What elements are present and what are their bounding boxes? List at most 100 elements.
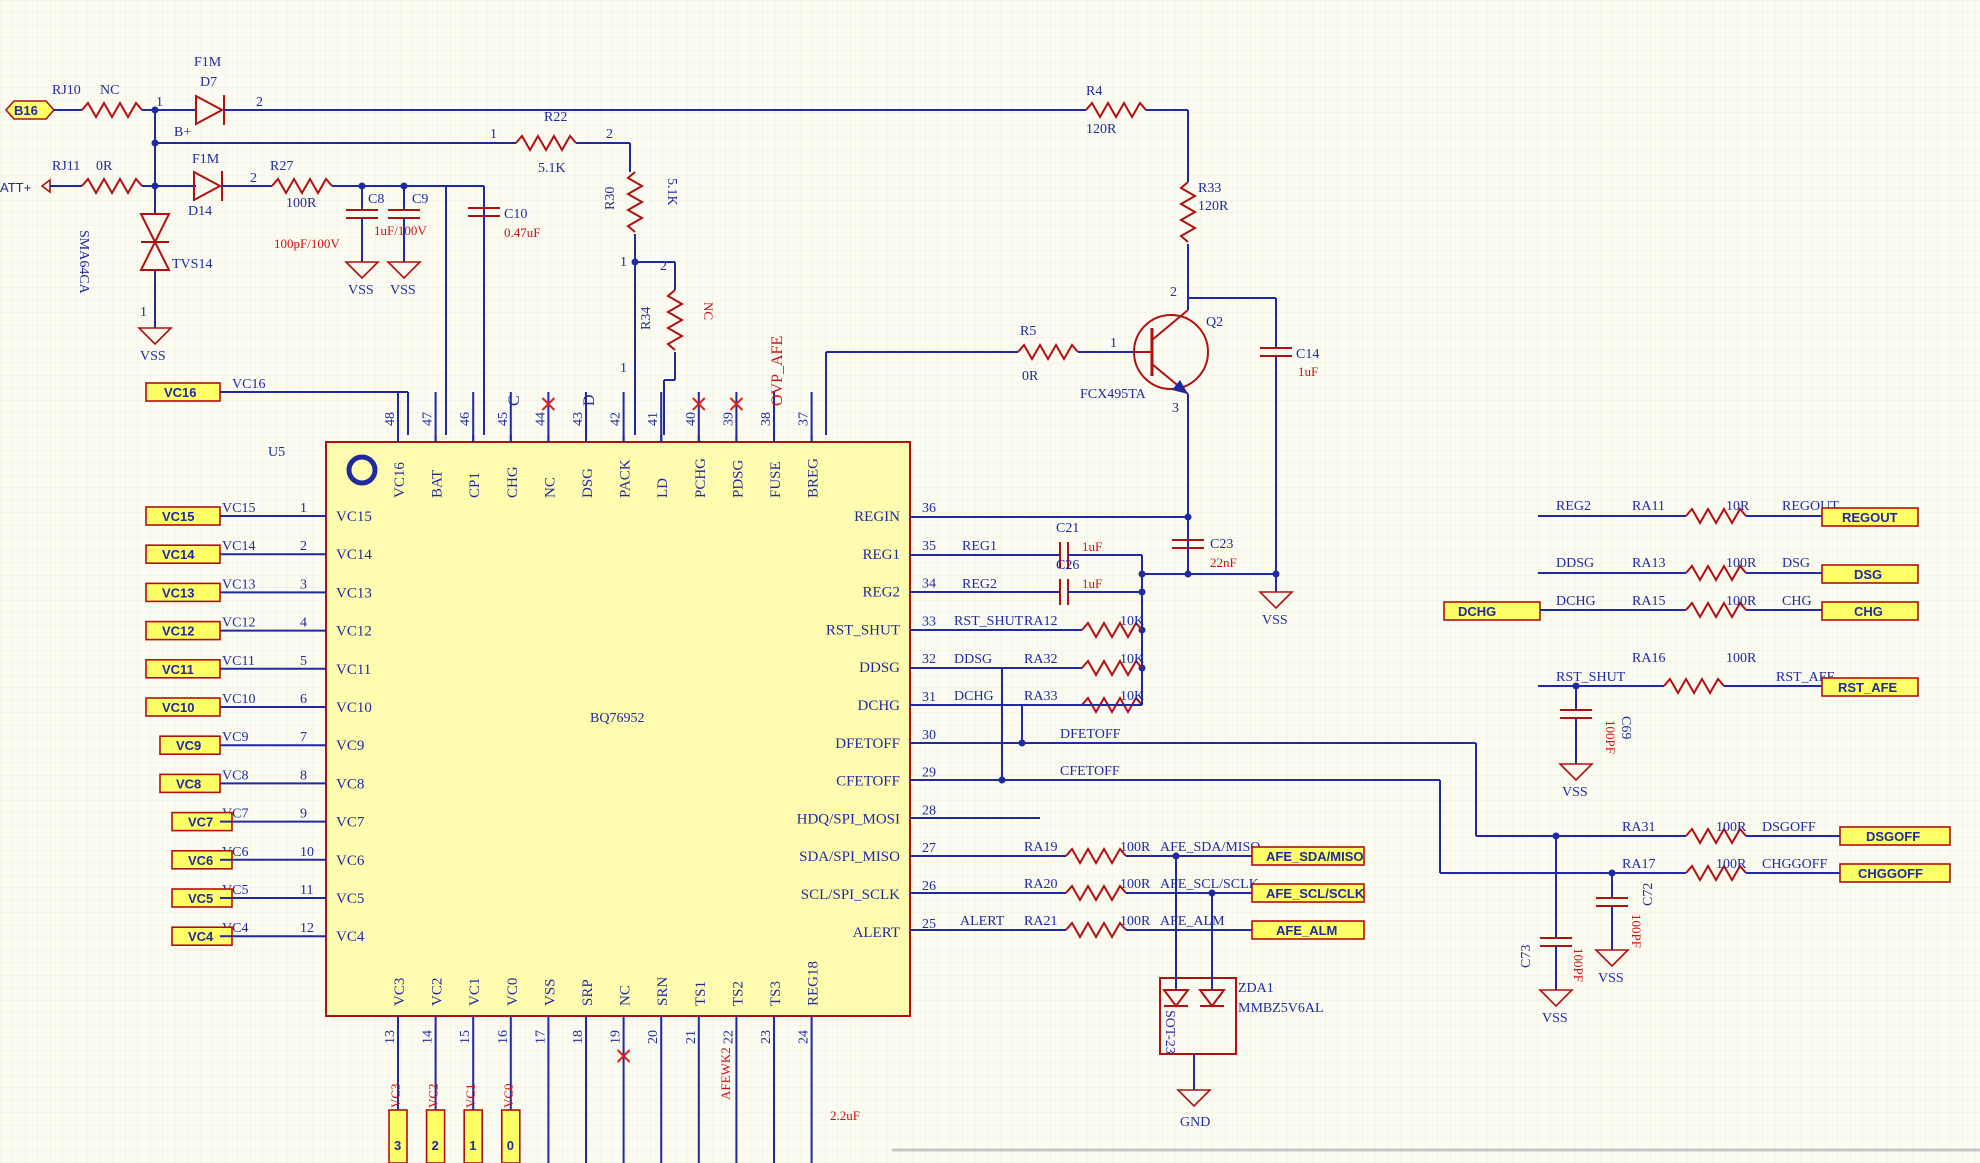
svg-text:2: 2 bbox=[256, 95, 263, 110]
pin-number: 48 bbox=[383, 412, 398, 426]
port-dchg-in[interactable]: DCHG bbox=[1443, 601, 1541, 621]
pin-name: SCL/SPI_SCLK bbox=[801, 887, 900, 903]
q2-ref: Q2 bbox=[1206, 315, 1223, 330]
pin-number: 13 bbox=[383, 1030, 398, 1044]
pin-name: VC11 bbox=[336, 662, 371, 678]
pin-name: RST_SHUT bbox=[826, 622, 900, 638]
port-vc11[interactable]: VC11 bbox=[145, 658, 221, 679]
pin-name: VC15 bbox=[336, 509, 372, 525]
vss-c8: VSS bbox=[348, 283, 374, 298]
ra12-val: 10K bbox=[1120, 614, 1144, 629]
port-label: VC9 bbox=[176, 738, 201, 753]
ra33-val: 10K bbox=[1120, 689, 1144, 704]
zda1-pkg: SOT-23 bbox=[1162, 1010, 1177, 1054]
port-vc16[interactable]: VC16 bbox=[145, 382, 221, 402]
port-vc8[interactable]: VC8 bbox=[159, 773, 221, 794]
svg-text:2: 2 bbox=[250, 171, 257, 186]
c21-val: 1uF bbox=[1082, 539, 1102, 554]
pin-name: VC8 bbox=[336, 776, 364, 792]
port-dsg[interactable]: DSG bbox=[1821, 564, 1919, 584]
port-vc16-label: VC16 bbox=[164, 385, 197, 400]
pin-number: 27 bbox=[922, 841, 936, 856]
pin-number: 19 bbox=[609, 1030, 624, 1044]
r33-val: 120R bbox=[1198, 199, 1229, 214]
pin-net: VC8 bbox=[222, 768, 248, 783]
pin-name: LD bbox=[655, 478, 671, 498]
port-chg[interactable]: CHG bbox=[1821, 601, 1919, 621]
ra19-val: 100R bbox=[1120, 840, 1151, 855]
pin-net: VC12 bbox=[222, 616, 255, 631]
svg-text:3: 3 bbox=[1172, 401, 1179, 416]
net-afe-alm: AFE_ALM bbox=[1160, 914, 1225, 929]
port-vc15[interactable]: VC15 bbox=[145, 506, 221, 526]
r30-ref: R30 bbox=[603, 187, 618, 210]
port-vc9[interactable]: VC9 bbox=[159, 735, 221, 756]
pin-net: VC13 bbox=[222, 577, 255, 592]
pin-name: VC4 bbox=[336, 929, 365, 945]
ra11-val: 10R bbox=[1726, 499, 1750, 514]
q2-part: FCX495TA bbox=[1080, 387, 1147, 402]
ra15-ref: RA15 bbox=[1632, 594, 1665, 609]
port-vc6[interactable]: VC6 bbox=[171, 849, 233, 870]
port-vc7[interactable]: VC7 bbox=[171, 811, 233, 832]
pin-name: ALERT bbox=[853, 925, 900, 941]
c69-ref: C69 bbox=[1618, 716, 1633, 739]
pin-name: VC9 bbox=[336, 738, 364, 754]
port-afe-scl[interactable]: AFE_SCL/SCLK bbox=[1251, 883, 1365, 903]
pin-number: 40 bbox=[684, 412, 699, 426]
port-vc4[interactable]: VC4 bbox=[171, 926, 233, 947]
port-vc10[interactable]: VC10 bbox=[145, 697, 221, 717]
c69-val: 100PF bbox=[1603, 720, 1618, 754]
port-afe-sda[interactable]: AFE_SDA/MISO bbox=[1251, 846, 1365, 866]
port-dsgoff[interactable]: DSGOFF bbox=[1839, 826, 1951, 846]
net-reg1: REG1 bbox=[962, 539, 997, 554]
pin-name: PCHG bbox=[693, 458, 709, 498]
pin-name: FUSE bbox=[768, 461, 784, 498]
port-chgoff[interactable]: CHGGOFF bbox=[1839, 863, 1951, 883]
port-afe-alm[interactable]: AFE_ALM bbox=[1251, 920, 1365, 940]
pin-name: VC10 bbox=[336, 700, 372, 716]
pin-name: VC14 bbox=[336, 547, 372, 563]
pin-number: 4 bbox=[300, 616, 307, 631]
port-b16[interactable]: B16 bbox=[4, 100, 56, 120]
port-vc14[interactable]: VC14 bbox=[145, 544, 221, 565]
port-label: VC14 bbox=[162, 547, 195, 562]
svg-text:1: 1 bbox=[140, 305, 147, 320]
pin-number: 41 bbox=[646, 412, 661, 426]
c9-ref: C9 bbox=[412, 192, 428, 207]
port-rst-afe[interactable]: RST_AFE bbox=[1821, 677, 1919, 697]
pin-name: TS2 bbox=[730, 981, 746, 1006]
pin-number: 35 bbox=[922, 539, 936, 554]
vss-c69: VSS bbox=[1562, 785, 1588, 800]
pin-name: CHG bbox=[505, 466, 521, 498]
pin-name: CFETOFF bbox=[836, 774, 900, 790]
dsg-net-left: DDSG bbox=[1556, 556, 1594, 571]
pin-name: DCHG bbox=[857, 698, 900, 714]
port-vc12[interactable]: VC12 bbox=[145, 620, 221, 641]
port-label: VC4 bbox=[188, 929, 214, 944]
r4-ref: R4 bbox=[1086, 84, 1102, 99]
port-vc13[interactable]: VC13 bbox=[145, 582, 221, 603]
pin-name: HDQ/SPI_MOSI bbox=[797, 811, 900, 827]
pin-number: 10 bbox=[300, 845, 314, 860]
vss-c9: VSS bbox=[390, 283, 416, 298]
pin-extra-label: D bbox=[581, 394, 598, 406]
port-vc5[interactable]: VC5 bbox=[171, 888, 233, 908]
ra17-val: 100R bbox=[1716, 857, 1747, 872]
ra32-val: 10K bbox=[1120, 652, 1144, 667]
c23-val: 22nF bbox=[1210, 555, 1237, 570]
rst-afe-net-left: RST_SHUT bbox=[1556, 670, 1626, 685]
ra19-ref: RA19 bbox=[1024, 840, 1057, 855]
port-chg-label: CHG bbox=[1854, 604, 1883, 619]
port-label: VC8 bbox=[176, 776, 201, 791]
rj10-val: NC bbox=[100, 83, 119, 98]
pin-net: VC9 bbox=[222, 730, 248, 745]
chg-net-right: CHG bbox=[1782, 594, 1812, 609]
port-regout[interactable]: REGOUT bbox=[1821, 507, 1919, 527]
pin-number: 46 bbox=[458, 412, 473, 426]
port-label: VC15 bbox=[162, 509, 195, 524]
pin-number: 6 bbox=[300, 692, 307, 707]
pin-name: VC1 bbox=[467, 978, 483, 1006]
pin-name: SRN bbox=[655, 977, 671, 1006]
pin-number: 11 bbox=[300, 883, 313, 898]
